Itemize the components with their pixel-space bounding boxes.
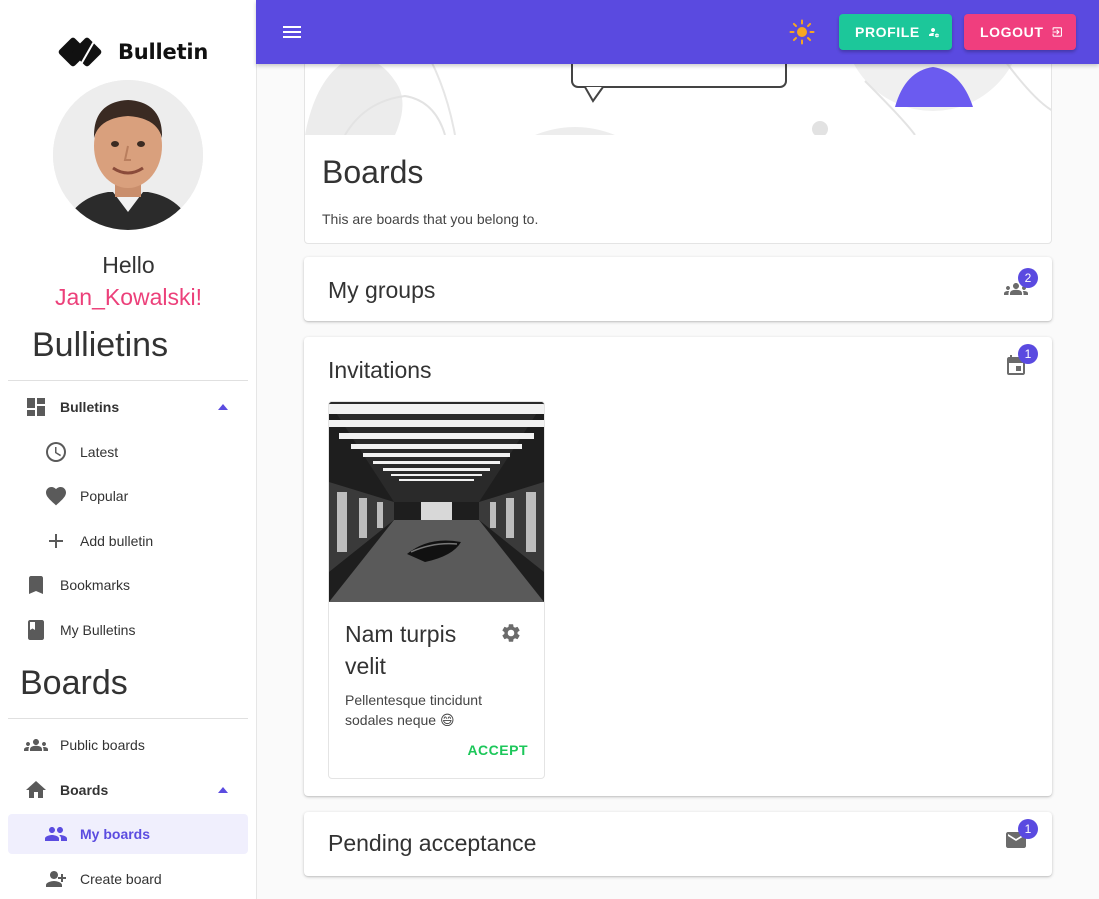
logout-icon [1053,27,1063,37]
logout-button-label: LOGOUT [980,24,1044,40]
invitation-card: Nam turpis velit Pellentesque tincidunt … [328,401,545,779]
page-title: Boards [322,154,424,190]
count-badge: 1 [1018,819,1038,839]
invitation-board-title: Nam turpis velit [345,621,457,679]
sidebar-item-my-bulletins[interactable]: My Bulletins [8,610,248,650]
chevron-up-icon[interactable] [218,404,228,410]
profile-button[interactable]: PROFILE [839,14,952,50]
brand-name: Bulletin [118,40,209,64]
my-groups-panel[interactable]: My groups 2 [304,257,1052,321]
sidebar-item-label: My Bulletins [60,622,136,638]
invitations-title: Invitations [328,357,432,383]
pending-acceptance-panel[interactable]: Pending acceptance 1 [304,812,1052,876]
sidebar-item-label: Boards [60,782,109,798]
greeting: Hello [102,252,155,278]
user-settings-icon [928,27,939,38]
board-image[interactable] [329,402,544,602]
count-badge: 1 [1018,344,1038,364]
profile-button-label: PROFILE [855,24,920,40]
sidebar-item-label: Bookmarks [60,577,131,593]
pending-acceptance-title: Pending acceptance [328,830,537,856]
accept-button[interactable]: ACCEPT [467,742,528,758]
sidebar-item-label: Popular [80,488,129,504]
sidebar-item-latest[interactable]: Latest [8,432,248,472]
count-badge: 2 [1018,268,1038,288]
sidebar-item-label: Create board [80,871,162,887]
sidebar-item-label: Public boards [60,737,145,753]
sidebar-item-bulletins[interactable]: Bulletins [8,387,248,427]
calendar-icon: 1 [1004,344,1038,377]
bulletins-section-title: Bullietins [32,326,169,364]
plus-icon [44,529,68,553]
boards-hero-card: Boards This are boards that you belong t… [304,40,1052,244]
divider [8,380,248,381]
sidebar-item-label: Add bulletin [80,533,154,549]
theme-toggle-sun-icon[interactable] [789,19,815,45]
clock-icon [44,440,68,464]
groups-icon [24,733,48,757]
menu-icon[interactable] [280,20,304,44]
top-bar: PROFILE LOGOUT [256,0,1099,64]
sidebar-item-public-boards[interactable]: Public boards [8,725,248,765]
heart-icon [44,484,68,508]
sidebar-item-label: Latest [80,444,119,460]
brand-logo[interactable]: Bulletin [58,33,208,71]
logo-icon [58,37,102,67]
sidebar-item-popular[interactable]: Popular [8,476,248,516]
home-icon [24,778,48,802]
groups-icon: 2 [1004,268,1038,301]
invitation-board-description: Pellentesque tincidunt sodales neque 😄 [345,692,482,728]
book-icon [24,618,48,642]
my-groups-title: My groups [328,277,436,303]
sidebar-item-add-bulletin[interactable]: Add bulletin [8,521,248,561]
sidebar-item-my-boards[interactable]: My boards [8,814,248,854]
bookmark-icon [24,573,48,597]
invitations-panel: Invitations 1 Nam turpis velit Pellentes… [304,337,1052,796]
avatar[interactable] [53,80,203,230]
sidebar: Bulletin Hello Jan_Kowalski! Bullietins … [0,0,257,899]
sidebar-item-create-board[interactable]: Create board [8,859,248,899]
username: Jan_Kowalski! [54,284,203,310]
person-add-icon [44,867,68,891]
divider [8,718,248,719]
sidebar-item-boards[interactable]: Boards [8,770,248,810]
page-description: This are boards that you belong to. [322,211,539,227]
boards-section-title: Boards [20,664,128,702]
chevron-up-icon[interactable] [218,787,228,793]
logout-button[interactable]: LOGOUT [964,14,1076,50]
gear-icon[interactable] [500,622,524,646]
mail-icon: 1 [1004,819,1038,852]
dashboard-icon [24,395,48,419]
sidebar-item-bookmarks[interactable]: Bookmarks [8,565,248,605]
people-icon [44,822,68,846]
sidebar-item-label: My boards [80,826,151,842]
sidebar-item-label: Bulletins [60,399,120,415]
